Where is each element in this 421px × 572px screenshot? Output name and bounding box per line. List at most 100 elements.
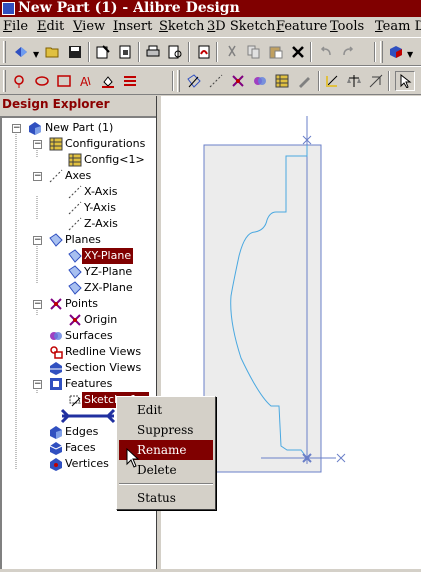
tree-node-points[interactable]: − Points	[2, 296, 156, 312]
print-icon[interactable]	[143, 42, 163, 62]
menu-edit[interactable]: Edit	[37, 17, 64, 36]
tree-label[interactable]: Faces	[65, 440, 96, 456]
copy-icon[interactable]	[244, 42, 264, 62]
menu-insert[interactable]: Insert	[113, 17, 152, 36]
delete-icon[interactable]	[288, 42, 308, 62]
tree-label[interactable]: ZX-Plane	[84, 280, 133, 296]
title-bar[interactable]: New Part (1) - Alibre Design	[0, 0, 421, 17]
menu-3d-sketch[interactable]: 3D Sketch	[207, 17, 275, 36]
line-style-icon[interactable]	[120, 71, 140, 91]
tree-label[interactable]: Points	[65, 296, 98, 312]
sketch-circle-icon[interactable]	[10, 71, 30, 91]
new-dropdown-icon[interactable]: ▼	[33, 50, 39, 59]
collapse-icon[interactable]: −	[33, 380, 42, 389]
tree-node-configurations[interactable]: − Configurations	[2, 136, 156, 152]
cut-icon[interactable]	[222, 42, 242, 62]
config-table-icon	[68, 153, 82, 167]
tree-node-section-views[interactable]: Section Views	[2, 360, 156, 376]
intersect-icon[interactable]	[228, 71, 248, 91]
text-icon[interactable]: A	[76, 71, 96, 91]
tree-label[interactable]: New Part (1)	[45, 120, 113, 136]
tree-label[interactable]: Edges	[65, 424, 98, 440]
toolbar-separator	[318, 71, 320, 91]
tree-node-axes[interactable]: − Axes	[2, 168, 156, 184]
app-icon[interactable]	[2, 2, 15, 15]
tree-label[interactable]: Surfaces	[65, 328, 113, 344]
toolbar-separator	[188, 42, 190, 62]
view-dropdown-icon[interactable]: ▼	[407, 50, 413, 59]
pdf-icon[interactable]	[194, 42, 214, 62]
sketch-toolbar: A	[0, 66, 421, 95]
menu-team-design[interactable]: Team De	[375, 17, 421, 36]
select-arrow-icon[interactable]	[395, 71, 415, 91]
toolbar-grip[interactable]	[3, 41, 6, 63]
tree-node-zx-plane[interactable]: ZX-Plane	[2, 280, 156, 296]
redo-icon[interactable]	[338, 42, 358, 62]
sketch-tool-icon[interactable]	[184, 71, 204, 91]
tree-label[interactable]: YZ-Plane	[84, 264, 132, 280]
tree-label[interactable]: X-Axis	[84, 184, 118, 200]
undo-icon[interactable]	[316, 42, 336, 62]
tree-label[interactable]: Config<1>	[84, 152, 145, 168]
tree-label[interactable]: Section Views	[65, 360, 141, 376]
tree-node-config-1[interactable]: Config<1>	[2, 152, 156, 168]
context-menu-suppress[interactable]: Suppress	[119, 420, 213, 440]
open-icon[interactable]	[43, 42, 63, 62]
marker-icon[interactable]	[250, 71, 270, 91]
tree-node-z-axis[interactable]: Z-Axis	[2, 216, 156, 232]
toolbar-grip[interactable]	[3, 70, 6, 92]
axis-icon	[68, 201, 82, 215]
tree-label[interactable]: Z-Axis	[84, 216, 118, 232]
collapse-icon[interactable]: −	[33, 236, 42, 245]
ellipse-icon[interactable]	[32, 71, 52, 91]
tree-node-yz-plane[interactable]: YZ-Plane	[2, 264, 156, 280]
tree-node-xy-plane[interactable]: XY-Plane	[2, 248, 156, 264]
tree-label-selected[interactable]: XY-Plane	[82, 248, 134, 264]
balance-icon[interactable]	[344, 71, 364, 91]
tree-node-y-axis[interactable]: Y-Axis	[2, 200, 156, 216]
menu-sketch[interactable]: Sketch	[159, 17, 204, 36]
save-icon[interactable]	[65, 42, 85, 62]
print-setup-icon[interactable]	[115, 42, 135, 62]
tree-node-origin[interactable]: Origin	[2, 312, 156, 328]
print-preview-icon[interactable]	[165, 42, 185, 62]
tree-node-redline-views[interactable]: Redline Views	[2, 344, 156, 360]
properties-icon[interactable]	[93, 42, 113, 62]
toolbar-grip[interactable]	[177, 70, 180, 92]
tree-node-x-axis[interactable]: X-Axis	[2, 184, 156, 200]
collapse-icon[interactable]: −	[33, 300, 42, 309]
context-menu-status[interactable]: Status	[119, 488, 213, 508]
collapse-icon[interactable]: −	[12, 124, 21, 133]
menu-file[interactable]: File	[3, 17, 28, 36]
menu-view[interactable]: View	[73, 17, 105, 36]
tree-label[interactable]: Vertices	[65, 456, 109, 472]
collapse-icon[interactable]: −	[33, 172, 42, 181]
tree-label[interactable]: Y-Axis	[84, 200, 116, 216]
menu-feature[interactable]: Feature	[276, 17, 327, 36]
tree-label[interactable]: Origin	[84, 312, 117, 328]
tree-label[interactable]: Configurations	[65, 136, 145, 152]
tree-node-surfaces[interactable]: Surfaces	[2, 328, 156, 344]
tree-label[interactable]: Redline Views	[65, 344, 141, 360]
paste-icon[interactable]	[266, 42, 286, 62]
measure-icon[interactable]	[366, 71, 386, 91]
view-cube-icon[interactable]	[386, 42, 406, 62]
fill-icon[interactable]	[98, 71, 118, 91]
rectangle-icon[interactable]	[54, 71, 74, 91]
table-icon[interactable]	[272, 71, 292, 91]
tree-node-planes[interactable]: − Planes	[2, 232, 156, 248]
scale-icon[interactable]	[322, 71, 342, 91]
menu-tools[interactable]: Tools	[330, 17, 364, 36]
collapse-icon[interactable]: −	[33, 140, 42, 149]
tree-node-new-part[interactable]: − New Part (1)	[2, 120, 156, 136]
line-icon[interactable]	[206, 71, 226, 91]
tree-label[interactable]: Planes	[65, 232, 101, 248]
context-menu-edit[interactable]: Edit	[119, 400, 213, 420]
toolbar-grip[interactable]	[380, 41, 383, 63]
tree-label[interactable]: Axes	[65, 168, 91, 184]
new-icon[interactable]	[11, 42, 31, 62]
sketch-cursor-icon	[60, 408, 116, 424]
tree-label[interactable]: Features	[65, 376, 112, 392]
pencil-icon[interactable]	[294, 71, 314, 91]
tree-node-features[interactable]: − Features	[2, 376, 156, 392]
